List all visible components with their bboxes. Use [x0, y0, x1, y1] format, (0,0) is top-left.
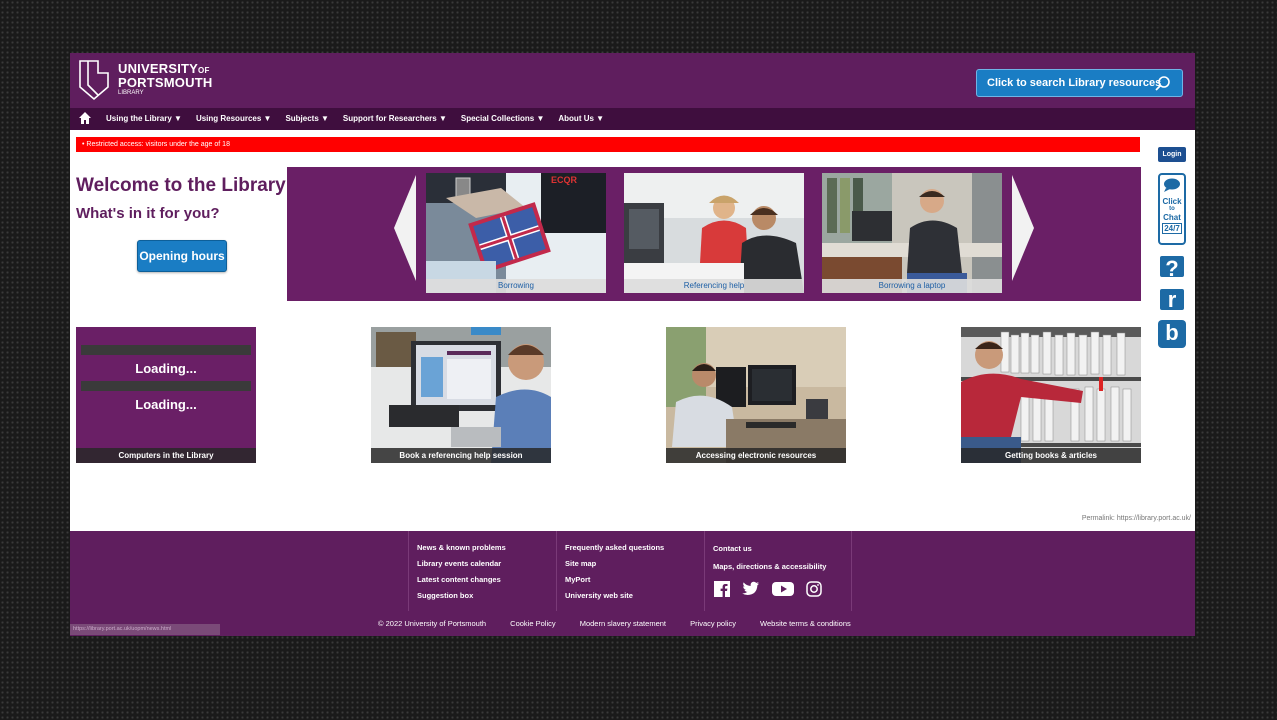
chat-label-2: to: [1169, 206, 1175, 212]
footer-link-news[interactable]: News & known problems: [417, 540, 556, 556]
chat-label-3: Chat: [1163, 213, 1181, 222]
tile-caption: Computers in the Library: [76, 448, 256, 463]
carousel-next-arrow-icon[interactable]: [1010, 175, 1036, 281]
footer-bottom-bar: © 2022 University of Portsmouth Cookie P…: [70, 611, 1195, 636]
nav-using-resources[interactable]: Using Resources ▼: [196, 108, 272, 130]
footer-link-contact-us[interactable]: Contact us: [713, 540, 851, 558]
modern-slavery-link[interactable]: Modern slavery statement: [580, 619, 666, 628]
footer-column-1: News & known problems Library events cal…: [408, 531, 556, 611]
electronic-resources-photo: [666, 327, 846, 463]
nav-using-the-library[interactable]: Using the Library ▼: [106, 108, 182, 130]
feature-carousel: ECQR Borrowing Referencing help Borrowin…: [287, 167, 1141, 301]
logo-text: UNIVERSITYOF PORTSMOUTH: [118, 61, 213, 90]
page-title: Welcome to the Library: [76, 175, 286, 196]
loading-bar: [81, 381, 251, 391]
blog-icon[interactable]: b: [1158, 320, 1186, 348]
borrowing-photo: ECQR: [426, 173, 606, 293]
carousel-slide-borrowing-a-laptop[interactable]: Borrowing a laptop: [822, 173, 1002, 293]
twitter-icon[interactable]: [742, 581, 760, 597]
nav-special-collections[interactable]: Special Collections ▼: [461, 108, 545, 130]
footer-link-myport[interactable]: MyPort: [565, 572, 704, 588]
referencing-help-photo: [624, 173, 804, 293]
slide-caption: Referencing help: [624, 279, 804, 293]
slide-caption: Borrowing: [426, 279, 606, 293]
borrowing-laptop-photo: [822, 173, 1002, 293]
login-button[interactable]: Login: [1158, 147, 1186, 162]
slide-caption: Borrowing a laptop: [822, 279, 1002, 293]
youtube-icon[interactable]: [772, 581, 794, 597]
logo-subtext: LIBRARY: [118, 90, 144, 96]
footer-column-3: Contact us Maps, directions & accessibil…: [704, 531, 852, 611]
tile-caption: Book a referencing help session: [371, 448, 551, 463]
chat-label-1: Click: [1162, 197, 1182, 206]
website-terms-link[interactable]: Website terms & conditions: [760, 619, 851, 628]
cookie-policy-link[interactable]: Cookie Policy: [510, 619, 555, 628]
footer-link-suggestion-box[interactable]: Suggestion box: [417, 588, 556, 604]
search-library-button[interactable]: Click to search Library resources: [976, 69, 1183, 97]
help-icon[interactable]: ?: [1158, 254, 1186, 281]
loading-text: Loading...: [135, 397, 197, 412]
tile-caption: Getting books & articles: [961, 448, 1141, 463]
opening-hours-button[interactable]: Opening hours: [137, 240, 227, 272]
facebook-icon[interactable]: [714, 581, 730, 597]
reading-lists-icon[interactable]: r: [1158, 287, 1186, 312]
tile-book-referencing-help[interactable]: Book a referencing help session: [371, 327, 551, 463]
logo-shield-icon: [79, 60, 109, 101]
home-icon[interactable]: [78, 111, 92, 125]
nav-about-us[interactable]: About Us ▼: [558, 108, 604, 130]
svg-text:ECQR: ECQR: [551, 175, 578, 185]
copyright-text: © 2022 University of Portsmouth: [378, 619, 487, 628]
restricted-access-alert[interactable]: • Restricted access: visitors under the …: [76, 137, 1140, 152]
footer-link-site-map[interactable]: Site map: [565, 556, 704, 572]
footer-link-events[interactable]: Library events calendar: [417, 556, 556, 572]
carousel-slide-referencing-help[interactable]: Referencing help: [624, 173, 804, 293]
browser-status-url: https://library.port.ac.uk/uopm/news.htm…: [70, 624, 220, 635]
site-footer: News & known problems Library events cal…: [70, 531, 1195, 611]
instagram-icon[interactable]: [806, 581, 822, 597]
chat-label-4: 24/7: [1162, 223, 1182, 234]
tile-getting-books-and-articles[interactable]: Getting books & articles: [961, 327, 1141, 463]
footer-column-2: Frequently asked questions Site map MyPo…: [556, 531, 704, 611]
browser-page: UNIVERSITYOF PORTSMOUTH LIBRARY Click to…: [70, 53, 1195, 636]
nav-subjects[interactable]: Subjects ▼: [285, 108, 328, 130]
footer-link-faq[interactable]: Frequently asked questions: [565, 540, 704, 556]
getting-books-photo: [961, 327, 1141, 463]
social-links: [714, 581, 822, 597]
referencing-session-photo: [371, 327, 551, 463]
carousel-prev-arrow-icon[interactable]: [392, 175, 418, 281]
page-subtitle: What's in it for you?: [76, 205, 220, 222]
footer-link-maps[interactable]: Maps, directions & accessibility: [713, 558, 851, 576]
privacy-policy-link[interactable]: Privacy policy: [690, 619, 736, 628]
legal-links: © 2022 University of Portsmouth Cookie P…: [378, 611, 873, 636]
carousel-slide-borrowing[interactable]: ECQR Borrowing: [426, 173, 606, 293]
tile-caption: Accessing electronic resources: [666, 448, 846, 463]
loading-text: Loading...: [135, 361, 197, 376]
tile-accessing-electronic-resources[interactable]: Accessing electronic resources: [666, 327, 846, 463]
search-button-label: Click to search Library resources: [987, 77, 1162, 89]
permalink[interactable]: Permalink: https://library.port.ac.uk/: [1082, 515, 1191, 522]
chat-bubble-icon: [1164, 178, 1180, 192]
site-header: UNIVERSITYOF PORTSMOUTH LIBRARY Click to…: [70, 53, 1195, 108]
search-icon: [1155, 76, 1170, 91]
loading-bar: [81, 345, 251, 355]
nav-support-for-researchers[interactable]: Support for Researchers ▼: [343, 108, 447, 130]
chat-button[interactable]: Click to Chat 24/7: [1158, 173, 1186, 245]
tile-computers-in-the-library[interactable]: Loading... Loading... Computers in the L…: [76, 327, 256, 463]
footer-link-university-site[interactable]: University web site: [565, 588, 704, 604]
footer-link-latest-changes[interactable]: Latest content changes: [417, 572, 556, 588]
university-logo[interactable]: UNIVERSITYOF PORTSMOUTH LIBRARY: [76, 57, 216, 103]
main-nav: Using the Library ▼ Using Resources ▼ Su…: [70, 108, 1195, 130]
